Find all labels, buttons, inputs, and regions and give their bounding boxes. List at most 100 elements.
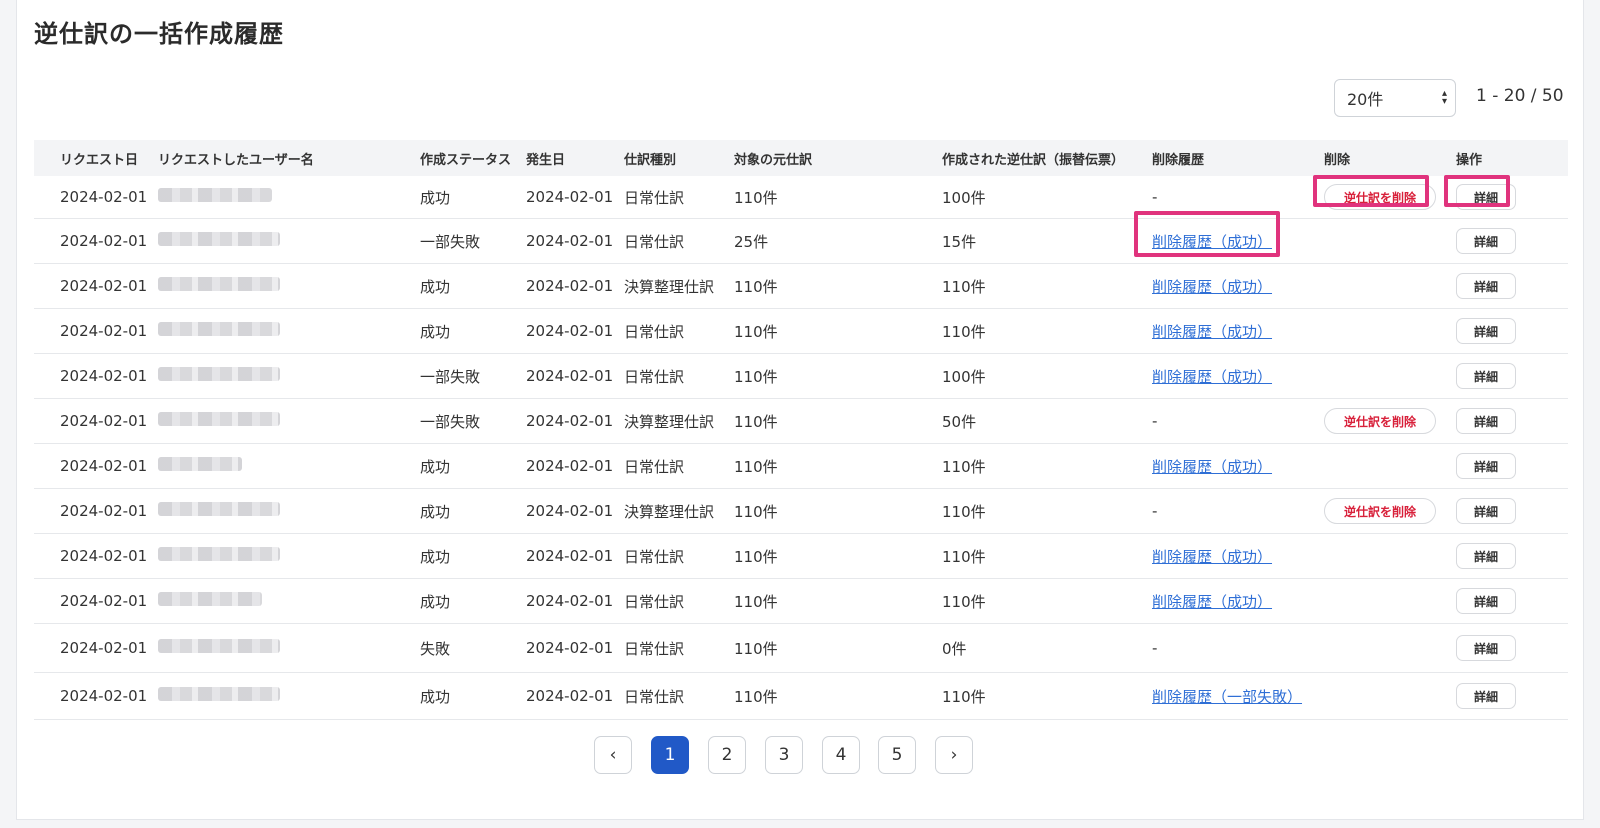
target-count: 110件	[734, 322, 778, 341]
per-page-select[interactable]: 20件 ▴ ▾	[1334, 79, 1456, 117]
detail-button[interactable]: 詳細	[1456, 273, 1516, 299]
delete-history-none: -	[1152, 188, 1158, 206]
created-count: 110件	[942, 592, 986, 611]
user-name-redacted	[158, 457, 242, 475]
page-button-2[interactable]: 2	[708, 736, 746, 774]
created-count: 110件	[942, 322, 986, 341]
user-name-redacted	[158, 412, 280, 430]
delete-reverse-journal-button[interactable]: 逆仕訳を削除	[1324, 184, 1436, 210]
user-name-redacted	[158, 639, 280, 657]
col-ops: 操作	[1456, 152, 1483, 168]
target-count: 110件	[734, 277, 778, 296]
ops-cell: 詳細	[1456, 318, 1516, 344]
table-row: 2024-02-01 一部失敗 2024-02-01 日常仕訳 110件 100件 削除履歴…	[34, 354, 1568, 399]
user-name-redacted	[158, 322, 280, 340]
user-name-redacted	[158, 592, 262, 610]
journal-type: 日常仕訳	[624, 188, 685, 207]
prev-page-button[interactable]: ‹	[594, 736, 632, 774]
detail-button[interactable]: 詳細	[1456, 498, 1516, 524]
status: 成功	[420, 687, 451, 706]
table-row: 2024-02-01 成功 2024-02-01 日常仕訳 110件 100件 - 逆仕訳を削…	[34, 176, 1568, 219]
table-row: 2024-02-01 成功 2024-02-01 日常仕訳 110件 110件 削除履歴（成…	[34, 534, 1568, 579]
status: 成功	[420, 502, 451, 521]
occurred-date: 2024-02-01	[526, 412, 614, 430]
journal-type: 日常仕訳	[624, 457, 685, 476]
delete-history-link[interactable]: 削除履歴（成功）	[1152, 366, 1272, 387]
detail-button[interactable]: 詳細	[1456, 635, 1516, 661]
user-name-redacted	[158, 547, 280, 565]
detail-button[interactable]: 詳細	[1456, 363, 1516, 389]
journal-type: 決算整理仕訳	[624, 277, 715, 296]
delete-reverse-journal-button[interactable]: 逆仕訳を削除	[1324, 498, 1436, 524]
detail-button[interactable]: 詳細	[1456, 588, 1516, 614]
detail-button[interactable]: 詳細	[1456, 228, 1516, 254]
chevron-left-icon: ‹	[609, 745, 617, 765]
occurred-date: 2024-02-01	[526, 232, 614, 250]
user-name-redacted	[158, 367, 280, 385]
page-button-1[interactable]: 1	[651, 736, 689, 774]
delete-history-link[interactable]: 削除履歴（成功）	[1152, 321, 1272, 342]
delete-history-link[interactable]: 削除履歴（一部失敗）	[1152, 686, 1302, 707]
redacted-user-name	[158, 188, 272, 202]
detail-button[interactable]: 詳細	[1456, 318, 1516, 344]
created-count: 110件	[942, 277, 986, 296]
redacted-user-name	[158, 412, 280, 426]
request-date: 2024-02-01	[60, 687, 148, 705]
user-name-redacted	[158, 277, 280, 295]
status: 成功	[420, 457, 451, 476]
per-page-value: 20件	[1347, 90, 1384, 109]
journal-type: 日常仕訳	[624, 367, 685, 386]
ops-cell: 詳細	[1456, 228, 1516, 254]
table-body: 2024-02-01 成功 2024-02-01 日常仕訳 110件 100件 - 逆仕訳を削…	[34, 176, 1568, 720]
delete-reverse-journal-button[interactable]: 逆仕訳を削除	[1324, 408, 1436, 434]
redacted-user-name	[158, 322, 280, 336]
request-date: 2024-02-01	[60, 232, 148, 250]
delete-history-link[interactable]: 削除履歴（成功）	[1152, 546, 1272, 567]
status: 失敗	[420, 639, 451, 658]
history-table: リクエスト日 リクエストしたユーザー名 作成ステータス 発生日 仕訳種別 対象の…	[34, 140, 1568, 720]
ops-cell: 詳細	[1456, 588, 1516, 614]
col-user-name: リクエストしたユーザー名	[158, 152, 314, 168]
detail-button[interactable]: 詳細	[1456, 453, 1516, 479]
occurred-date: 2024-02-01	[526, 367, 614, 385]
status: 一部失敗	[420, 232, 481, 251]
ops-cell: 詳細	[1456, 543, 1516, 569]
status: 成功	[420, 277, 451, 296]
delete-history-none: -	[1152, 639, 1158, 657]
table-header: リクエスト日 リクエストしたユーザー名 作成ステータス 発生日 仕訳種別 対象の…	[34, 140, 1568, 176]
detail-button[interactable]: 詳細	[1456, 543, 1516, 569]
occurred-date: 2024-02-01	[526, 547, 614, 565]
col-delete: 削除	[1324, 152, 1351, 168]
redacted-user-name	[158, 232, 280, 246]
delete-history-link[interactable]: 削除履歴（成功）	[1152, 276, 1272, 297]
result-range: 1 - 20 / 50	[1476, 86, 1564, 106]
delete-history-link[interactable]: 削除履歴（成功）	[1152, 591, 1272, 612]
occurred-date: 2024-02-01	[526, 502, 614, 520]
detail-button[interactable]: 詳細	[1456, 683, 1516, 709]
detail-button[interactable]: 詳細	[1456, 184, 1516, 210]
page-button-4[interactable]: 4	[822, 736, 860, 774]
page-button-5[interactable]: 5	[878, 736, 916, 774]
col-target: 対象の元仕訳	[734, 152, 813, 168]
page-title: 逆仕訳の一括作成履歴	[34, 20, 284, 48]
user-name-redacted	[158, 687, 280, 705]
redacted-user-name	[158, 367, 280, 381]
target-count: 110件	[734, 547, 778, 566]
occurred-date: 2024-02-01	[526, 639, 614, 657]
request-date: 2024-02-01	[60, 322, 148, 340]
delete-history-link[interactable]: 削除履歴（成功）	[1152, 231, 1272, 252]
table-row: 2024-02-01 成功 2024-02-01 日常仕訳 110件 110件 削除履歴（一…	[34, 673, 1568, 720]
delete-history-link[interactable]: 削除履歴（成功）	[1152, 456, 1272, 477]
target-count: 110件	[734, 188, 778, 207]
ops-cell: 詳細	[1456, 408, 1516, 434]
ops-cell: 詳細	[1456, 184, 1516, 210]
next-page-button[interactable]: ›	[935, 736, 973, 774]
journal-type: 日常仕訳	[624, 232, 685, 251]
status: 成功	[420, 547, 451, 566]
occurred-date: 2024-02-01	[526, 322, 614, 340]
page-button-3[interactable]: 3	[765, 736, 803, 774]
request-date: 2024-02-01	[60, 188, 148, 206]
target-count: 110件	[734, 412, 778, 431]
redacted-user-name	[158, 277, 280, 291]
detail-button[interactable]: 詳細	[1456, 408, 1516, 434]
